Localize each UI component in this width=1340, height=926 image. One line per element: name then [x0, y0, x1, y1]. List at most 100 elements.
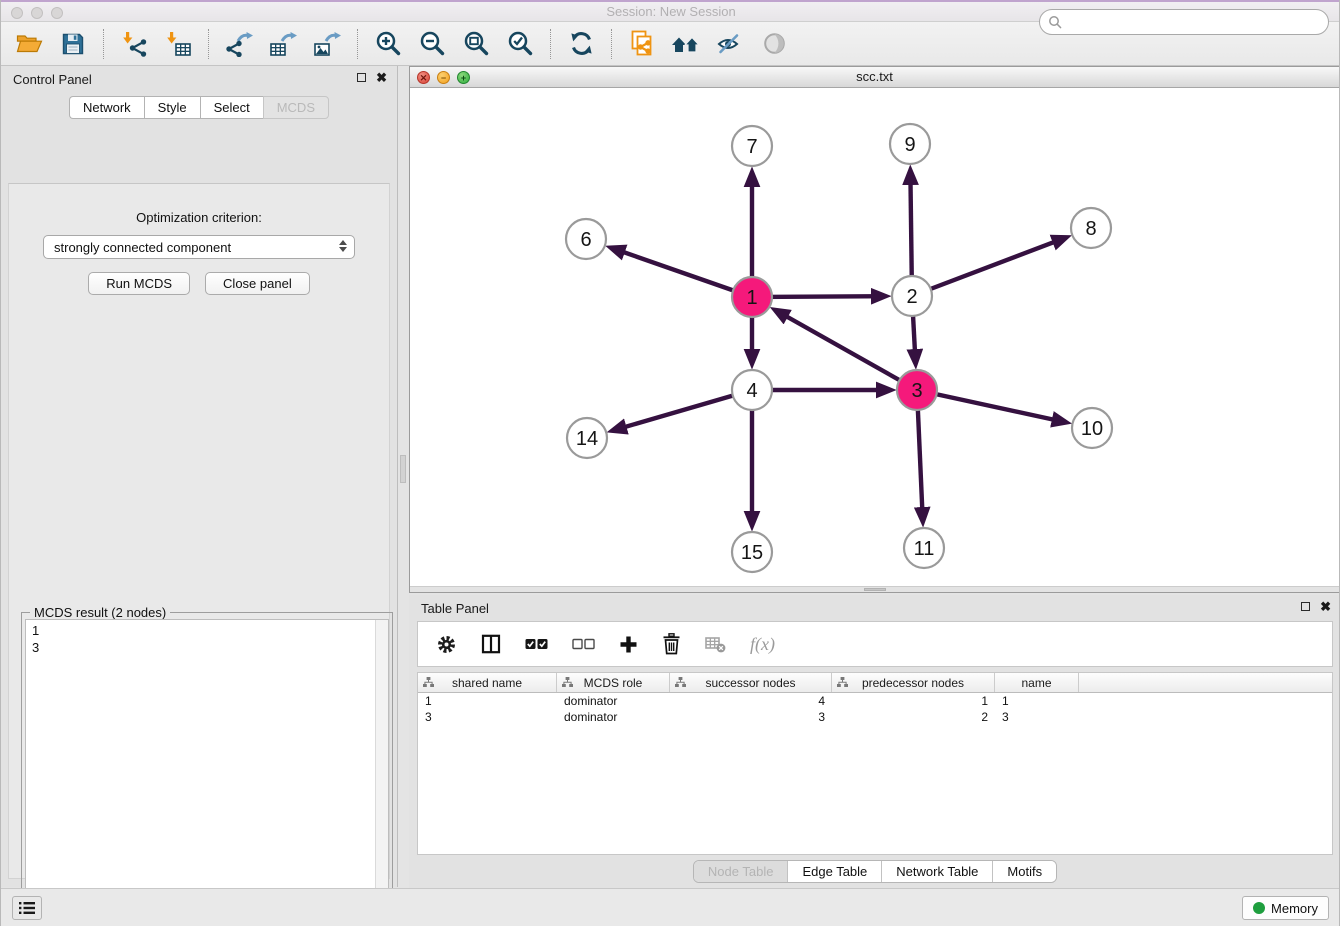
table-cell[interactable]: 3	[670, 709, 832, 725]
splitter-handle[interactable]	[400, 455, 406, 483]
zoom-out-icon[interactable]	[414, 27, 450, 61]
table-cell[interactable]: 1	[418, 693, 557, 709]
close-table-panel-icon[interactable]: ✖	[1320, 601, 1331, 612]
network-window-titlebar[interactable]: ✕ − + scc.txt	[410, 67, 1339, 88]
close-panel-button[interactable]: Close panel	[205, 272, 310, 295]
graph-node-7[interactable]: 7	[732, 126, 772, 166]
float-panel-icon[interactable]	[357, 73, 366, 82]
panel-columns-icon[interactable]	[481, 634, 501, 654]
graph-node-6[interactable]: 6	[566, 219, 606, 259]
zoom-selected-icon[interactable]	[502, 27, 538, 61]
graph-node-2[interactable]: 2	[892, 276, 932, 316]
network-close-icon[interactable]: ✕	[417, 71, 430, 84]
tab-network[interactable]: Network	[69, 96, 144, 119]
apply-layout-icon[interactable]	[563, 27, 599, 61]
network-window-title: scc.txt	[410, 67, 1339, 87]
deselect-all-icon[interactable]	[572, 638, 595, 650]
column-header-predecessor-nodes[interactable]: predecessor nodes	[832, 673, 995, 692]
table-cell[interactable]: 3	[418, 709, 557, 725]
application-window: Session: New Session Control Panel ✖ Net…	[0, 0, 1340, 926]
tab-mcds[interactable]: MCDS	[263, 96, 329, 119]
graph-node-14[interactable]: 14	[567, 418, 607, 458]
graph-node-1[interactable]: 1	[732, 277, 772, 317]
tab-select[interactable]: Select	[200, 96, 263, 119]
table-cell[interactable]: dominator	[557, 693, 670, 709]
tab-network-table[interactable]: Network Table	[882, 861, 993, 882]
export-network-icon[interactable]	[221, 27, 257, 61]
tab-node-table[interactable]: Node Table	[694, 861, 789, 882]
export-table-icon[interactable]	[265, 27, 301, 61]
select-all-icon[interactable]	[525, 638, 548, 650]
tab-motifs[interactable]: Motifs	[993, 861, 1056, 882]
table-cell[interactable]: 3	[995, 709, 1079, 725]
resize-grip[interactable]	[864, 588, 886, 591]
graph-edge-1-6[interactable]	[611, 248, 752, 297]
hide-selected-icon[interactable]	[712, 27, 748, 61]
graph-node-15[interactable]: 15	[732, 532, 772, 572]
control-panel-header: Control Panel ✖	[1, 66, 397, 94]
show-all-disabled-icon	[756, 27, 792, 61]
delete-table-disabled-icon	[705, 636, 726, 653]
close-panel-icon[interactable]: ✖	[376, 72, 387, 83]
settings-icon[interactable]	[436, 634, 457, 655]
search-field[interactable]	[1039, 9, 1329, 35]
float-table-panel-icon[interactable]	[1301, 602, 1310, 611]
network-minimize-icon[interactable]: −	[437, 71, 450, 84]
task-history-button[interactable]	[12, 896, 42, 920]
optimization-criterion-label: Optimization criterion:	[9, 210, 389, 225]
memory-button[interactable]: Memory	[1242, 896, 1329, 920]
table-header-row: shared nameMCDS rolesuccessor nodesprede…	[418, 673, 1332, 693]
toolbar-separator	[611, 29, 612, 59]
minimize-window-icon[interactable]	[31, 7, 43, 19]
table-cell[interactable]: 1	[995, 693, 1079, 709]
zoom-fit-icon[interactable]	[458, 27, 494, 61]
add-column-icon[interactable]	[619, 635, 638, 654]
function-builder-disabled-icon: f(x)	[750, 634, 775, 655]
zoom-window-icon[interactable]	[51, 7, 63, 19]
table-cell[interactable]: 4	[670, 693, 832, 709]
import-table-icon[interactable]	[160, 27, 196, 61]
result-scrollbar[interactable]	[375, 620, 388, 926]
tab-style[interactable]: Style	[144, 96, 200, 119]
mcds-result-area[interactable]: 13	[25, 619, 389, 926]
graph-edge-3-10[interactable]	[917, 390, 1066, 422]
column-header-shared-name[interactable]: shared name	[418, 673, 557, 692]
run-mcds-button[interactable]: Run MCDS	[88, 272, 190, 295]
table-cell[interactable]: dominator	[557, 709, 670, 725]
search-icon	[1048, 15, 1062, 29]
export-image-icon[interactable]	[309, 27, 345, 61]
column-header-name[interactable]: name	[995, 673, 1079, 692]
svg-text:2: 2	[906, 286, 917, 308]
close-window-icon[interactable]	[11, 7, 23, 19]
save-session-icon[interactable]	[55, 27, 91, 61]
svg-text:3: 3	[911, 380, 922, 402]
table-cell[interactable]: 1	[832, 693, 995, 709]
network-maximize-icon[interactable]: +	[457, 71, 470, 84]
column-header-MCDS-role[interactable]: MCDS role	[557, 673, 670, 692]
graph-edge-3-1[interactable]	[775, 310, 917, 390]
graph-node-11[interactable]: 11	[904, 528, 944, 568]
criterion-dropdown[interactable]: strongly connected component	[43, 235, 355, 259]
search-input[interactable]	[1062, 14, 1328, 31]
tab-edge-table[interactable]: Edge Table	[788, 861, 882, 882]
network-canvas[interactable]: 7 9 6 8 1 2 4 3 14 10 15 11	[410, 88, 1339, 586]
mcds-result-title: MCDS result (2 nodes)	[30, 605, 170, 620]
toolbar-separator	[357, 29, 358, 59]
zoom-in-icon[interactable]	[370, 27, 406, 61]
graph-node-8[interactable]: 8	[1071, 208, 1111, 248]
graph-node-4[interactable]: 4	[732, 370, 772, 410]
graph-node-3[interactable]: 3	[897, 370, 937, 410]
graph-node-10[interactable]: 10	[1072, 408, 1112, 448]
clone-network-icon[interactable]	[624, 27, 660, 61]
delete-column-icon[interactable]	[662, 633, 681, 655]
network-view-window: ✕ − + scc.txt 7 9 6 8 1 2 4 3 14 10 15 11	[409, 66, 1340, 593]
graph-edge-4-14[interactable]	[612, 390, 752, 431]
open-file-icon[interactable]	[11, 27, 47, 61]
graph-edge-2-8[interactable]	[912, 237, 1066, 296]
graph-node-9[interactable]: 9	[890, 124, 930, 164]
first-neighbors-icon[interactable]	[668, 27, 704, 61]
column-header-successor-nodes[interactable]: successor nodes	[670, 673, 832, 692]
network-graph: 7 9 6 8 1 2 4 3 14 10 15 11	[410, 88, 1339, 587]
import-network-icon[interactable]	[116, 27, 152, 61]
table-cell[interactable]: 2	[832, 709, 995, 725]
